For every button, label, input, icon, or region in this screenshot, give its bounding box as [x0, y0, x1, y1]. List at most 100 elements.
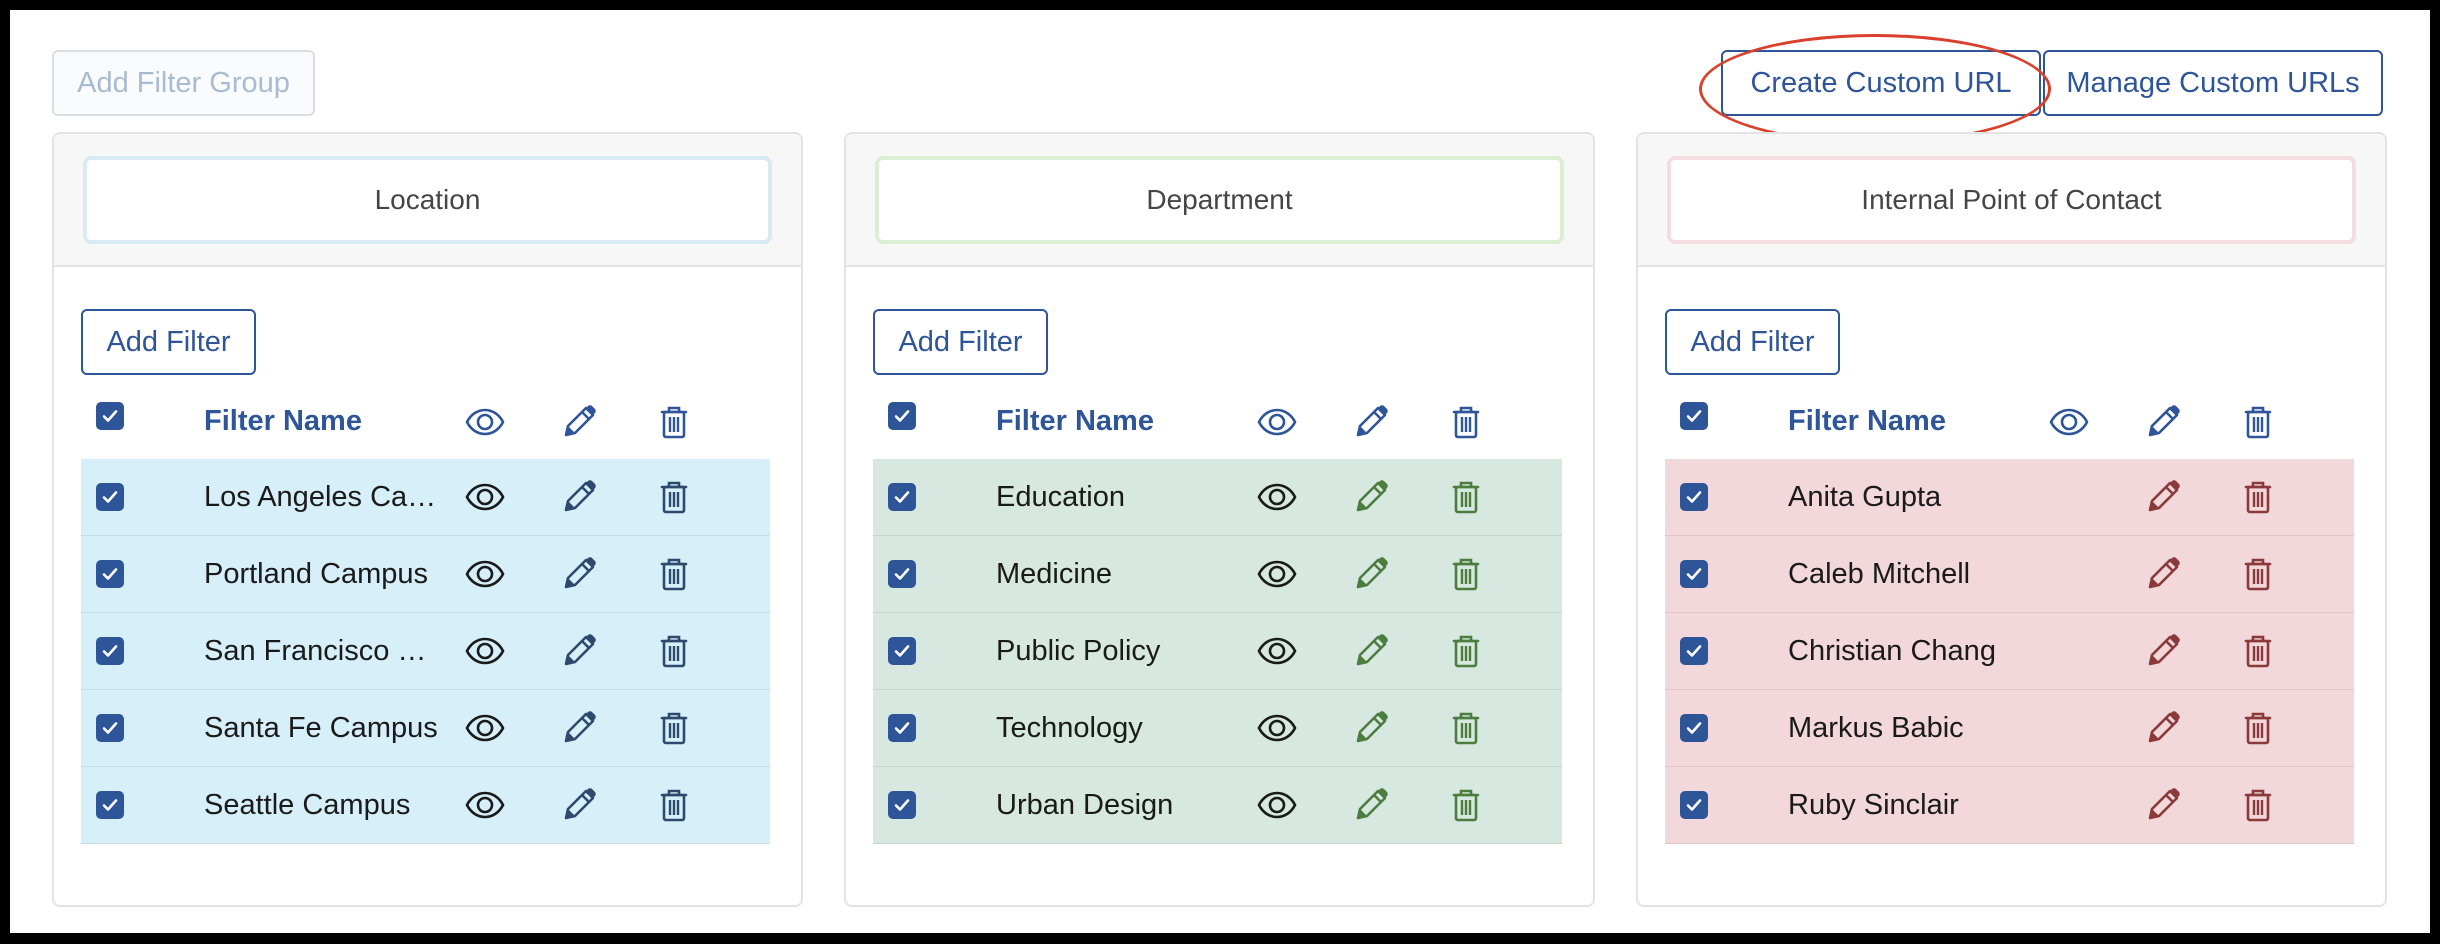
filter-name: Los Angeles Campus	[204, 480, 441, 513]
filter-row: Education	[873, 459, 1562, 536]
filter-name: Ruby Sinclair	[1788, 788, 1959, 821]
add-filter-button[interactable]: Add Filter	[873, 309, 1048, 375]
row-checkbox[interactable]	[96, 560, 124, 588]
card-header: Internal Point of Contact	[1638, 134, 2385, 267]
trash-icon	[2237, 401, 2279, 443]
filter-row: Los Angeles Campus	[81, 459, 770, 536]
row-checkbox[interactable]	[888, 714, 916, 742]
filter-name: Medicine	[996, 557, 1113, 590]
group-name-field[interactable]: Internal Point of Contact	[1667, 155, 2356, 244]
table-header: Filter Name	[1665, 384, 2354, 459]
filter-row: Markus Babic	[1665, 690, 2354, 767]
eye-icon[interactable]	[464, 630, 506, 672]
filter-name-header: Filter Name	[996, 405, 1154, 437]
table-header: Filter Name	[873, 384, 1562, 459]
add-filter-group-button[interactable]: Add Filter Group	[52, 50, 315, 116]
trash-icon[interactable]	[1445, 476, 1487, 518]
group-name-field[interactable]: Location	[83, 155, 772, 244]
trash-icon[interactable]	[2237, 630, 2279, 672]
group-name-field[interactable]: Department	[875, 155, 1564, 244]
select-all-checkbox[interactable]	[888, 401, 916, 430]
filter-row: Technology	[873, 690, 1562, 767]
eye-icon[interactable]	[1256, 784, 1298, 826]
pencil-icon[interactable]	[558, 476, 600, 518]
pencil-icon[interactable]	[2142, 553, 2184, 595]
pencil-icon[interactable]	[558, 784, 600, 826]
filter-name: Christian Chang	[1788, 634, 1996, 667]
row-checkbox[interactable]	[96, 637, 124, 665]
table-header: Filter Name	[81, 384, 770, 459]
trash-icon[interactable]	[653, 476, 695, 518]
page: Add Filter Group Create Custom URL Manag…	[10, 10, 2430, 933]
eye-icon[interactable]	[1256, 630, 1298, 672]
pencil-icon[interactable]	[2142, 630, 2184, 672]
filter-name: Urban Design	[996, 788, 1174, 821]
trash-icon[interactable]	[2237, 707, 2279, 749]
filter-name: Education	[996, 480, 1125, 513]
eye-icon[interactable]	[464, 476, 506, 518]
trash-icon[interactable]	[1445, 784, 1487, 826]
pencil-icon[interactable]	[558, 707, 600, 749]
filter-name-header: Filter Name	[204, 405, 362, 437]
filter-row: San Francisco Campus	[81, 613, 770, 690]
eye-icon[interactable]	[1256, 476, 1298, 518]
pencil-icon[interactable]	[1350, 630, 1392, 672]
row-checkbox[interactable]	[888, 560, 916, 588]
row-checkbox[interactable]	[1680, 560, 1708, 588]
row-checkbox[interactable]	[888, 483, 916, 511]
trash-icon	[1445, 401, 1487, 443]
trash-icon[interactable]	[2237, 553, 2279, 595]
row-checkbox[interactable]	[1680, 483, 1708, 511]
trash-icon[interactable]	[653, 707, 695, 749]
pencil-icon[interactable]	[2142, 476, 2184, 518]
eye-icon[interactable]	[464, 707, 506, 749]
row-checkbox[interactable]	[96, 483, 124, 511]
filter-name: Technology	[996, 711, 1143, 744]
pencil-icon[interactable]	[2142, 784, 2184, 826]
trash-icon[interactable]	[2237, 476, 2279, 518]
filter-list: Education Medicine Public Policy Technol…	[873, 459, 1562, 844]
select-all-checkbox[interactable]	[96, 401, 124, 430]
filter-row: Ruby Sinclair	[1665, 767, 2354, 844]
eye-icon	[2048, 401, 2090, 443]
add-filter-button[interactable]: Add Filter	[1665, 309, 1840, 375]
trash-icon[interactable]	[1445, 630, 1487, 672]
trash-icon[interactable]	[1445, 707, 1487, 749]
row-checkbox[interactable]	[1680, 791, 1708, 819]
pencil-icon[interactable]	[558, 553, 600, 595]
pencil-icon	[558, 401, 600, 443]
pencil-icon[interactable]	[1350, 553, 1392, 595]
trash-icon[interactable]	[2237, 784, 2279, 826]
filter-row: Medicine	[873, 536, 1562, 613]
trash-icon[interactable]	[1445, 553, 1487, 595]
trash-icon[interactable]	[653, 784, 695, 826]
create-custom-url-button[interactable]: Create Custom URL	[1721, 50, 2041, 116]
filter-name: San Francisco Campus	[204, 634, 441, 667]
row-checkbox[interactable]	[96, 714, 124, 742]
pencil-icon[interactable]	[2142, 707, 2184, 749]
row-checkbox[interactable]	[888, 791, 916, 819]
add-filter-button[interactable]: Add Filter	[81, 309, 256, 375]
pencil-icon[interactable]	[1350, 707, 1392, 749]
select-all-checkbox[interactable]	[1680, 401, 1708, 430]
manage-custom-urls-button[interactable]: Manage Custom URLs	[2043, 50, 2383, 116]
trash-icon[interactable]	[653, 553, 695, 595]
pencil-icon	[1350, 401, 1392, 443]
row-checkbox[interactable]	[888, 637, 916, 665]
eye-icon[interactable]	[464, 784, 506, 826]
filter-list: Anita Gupta Caleb Mitchell Christian Cha…	[1665, 459, 2354, 844]
trash-icon[interactable]	[653, 630, 695, 672]
filter-name: Santa Fe Campus	[204, 711, 438, 744]
pencil-icon[interactable]	[1350, 784, 1392, 826]
row-checkbox[interactable]	[1680, 637, 1708, 665]
pencil-icon[interactable]	[558, 630, 600, 672]
row-checkbox[interactable]	[1680, 714, 1708, 742]
filter-row: Christian Chang	[1665, 613, 2354, 690]
eye-icon[interactable]	[1256, 707, 1298, 749]
filter-name: Public Policy	[996, 634, 1161, 667]
eye-icon[interactable]	[464, 553, 506, 595]
row-checkbox[interactable]	[96, 791, 124, 819]
pencil-icon[interactable]	[1350, 476, 1392, 518]
eye-icon[interactable]	[1256, 553, 1298, 595]
card-header: Location	[54, 134, 801, 267]
